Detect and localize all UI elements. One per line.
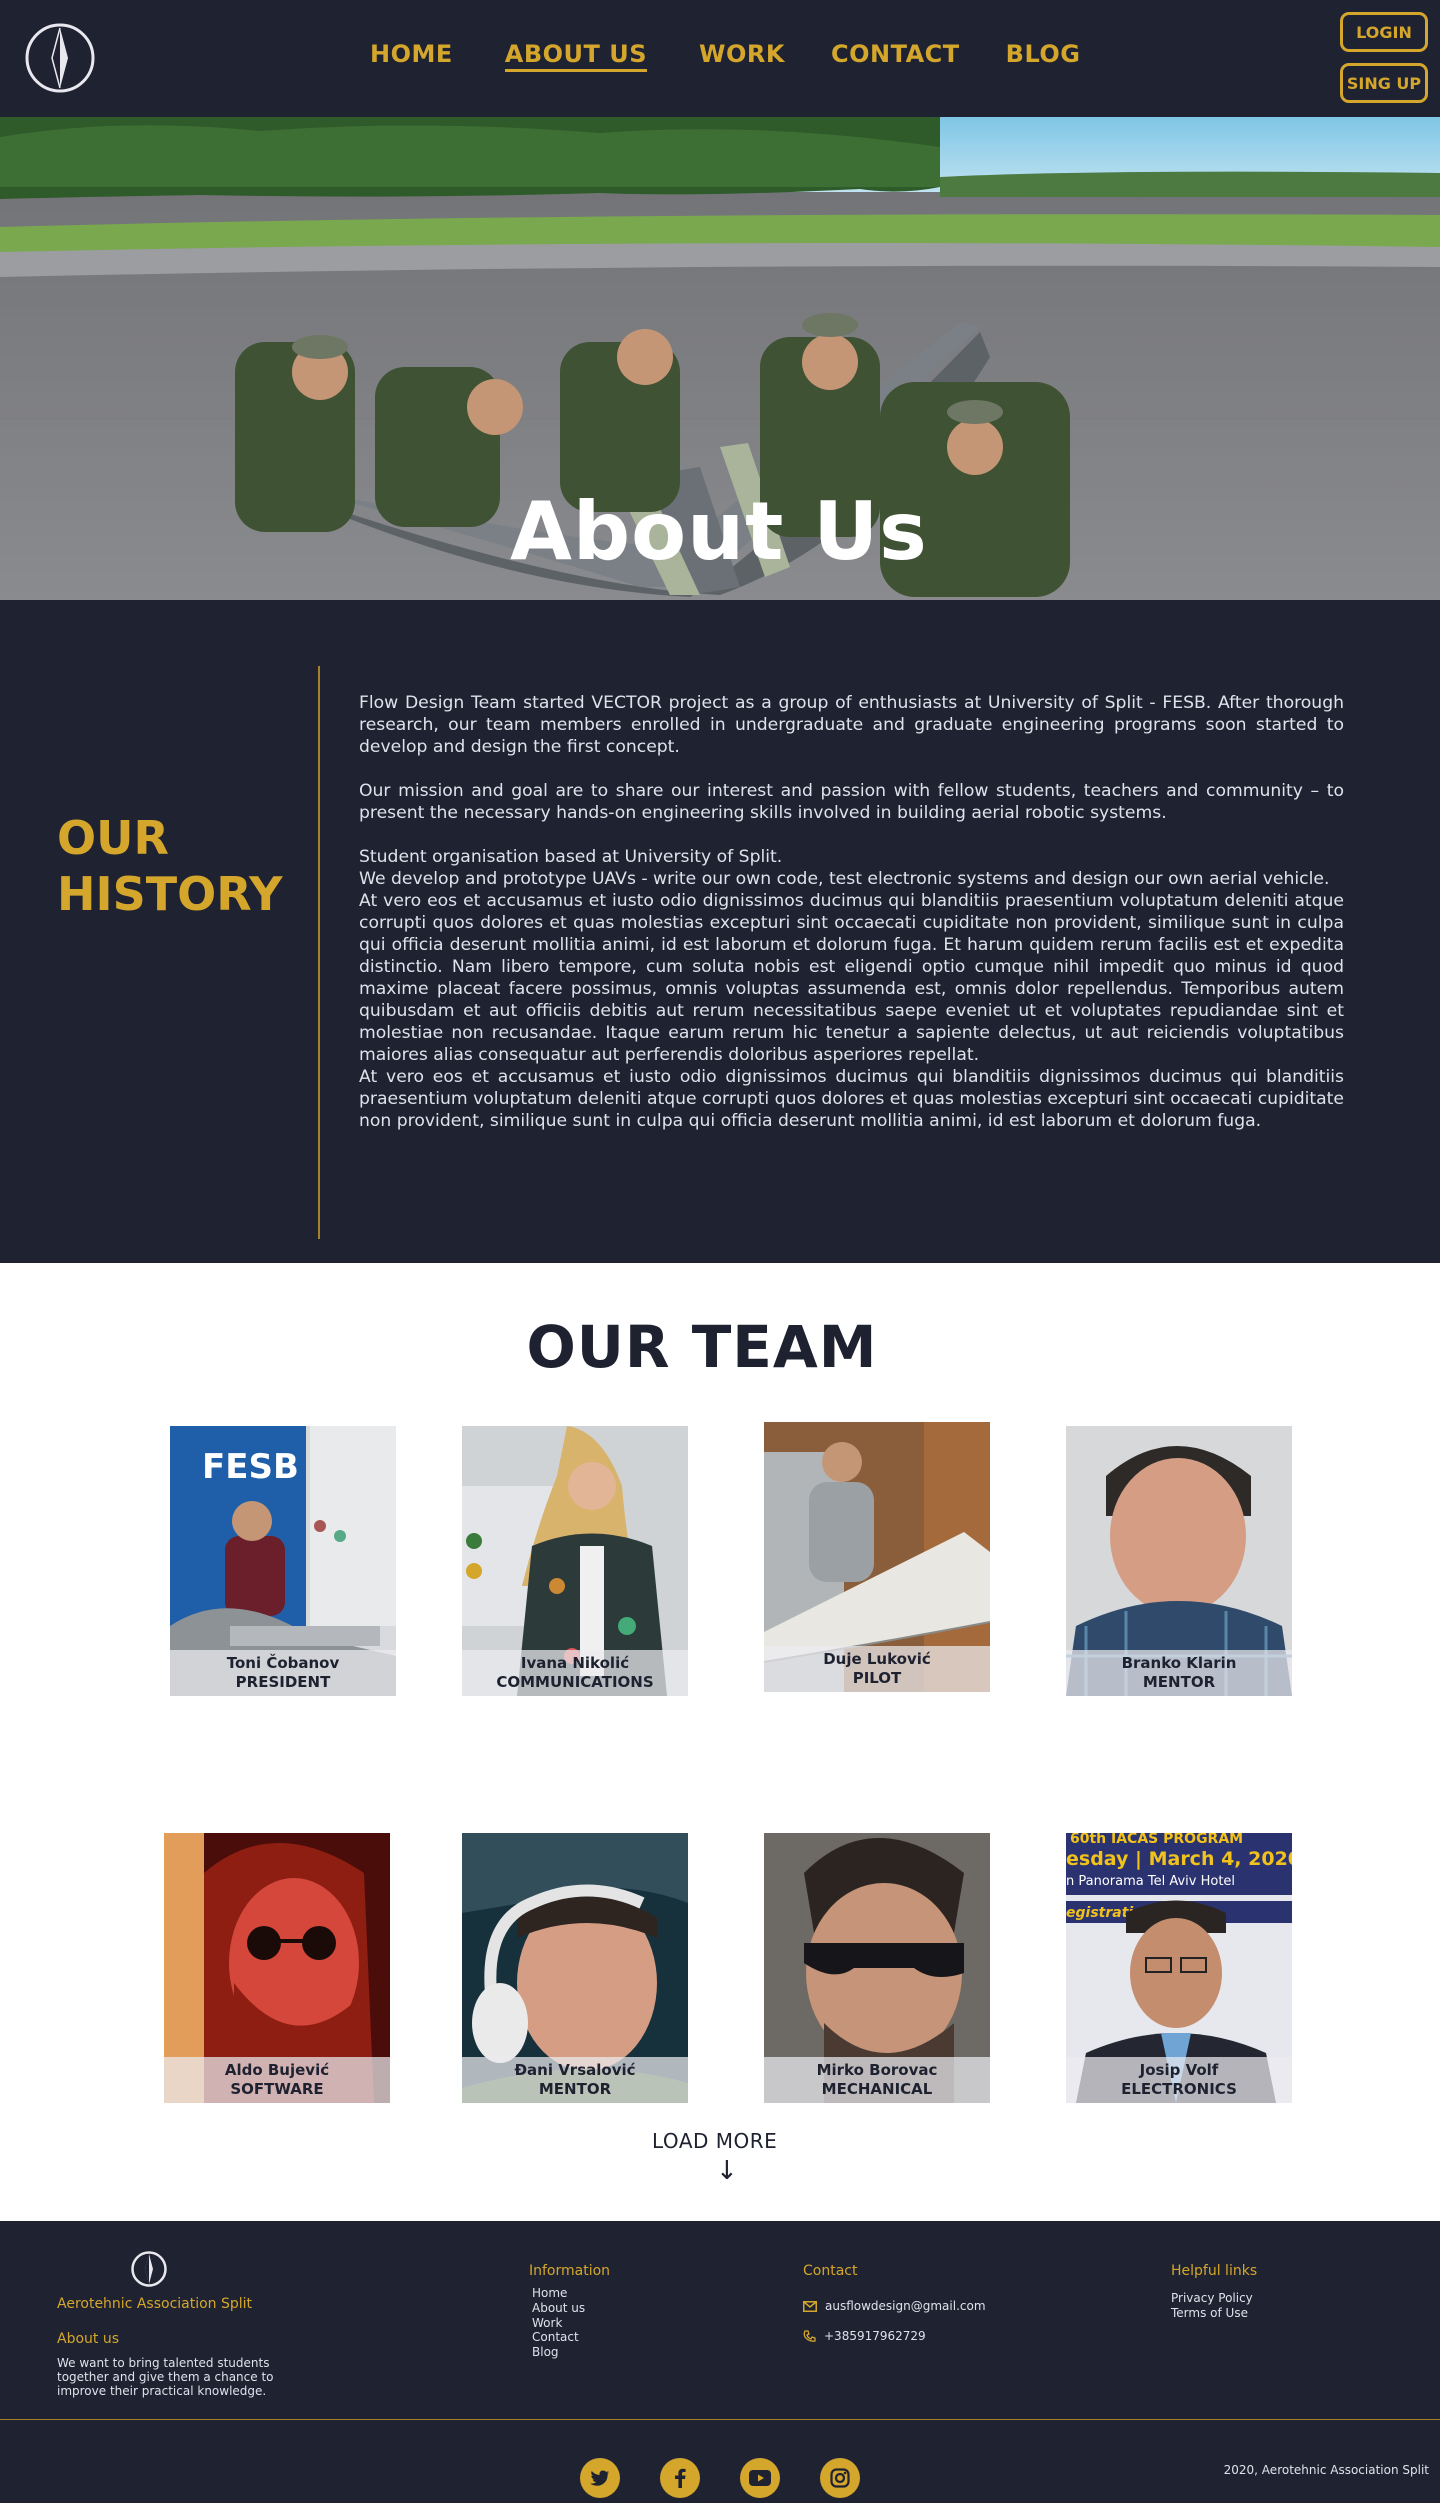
site-header: HOME ABOUT US WORK CONTACT BLOG LOGIN SI… [0, 0, 1440, 117]
footer-link-privacy-policy[interactable]: Privacy Policy [1171, 2291, 1253, 2306]
member-role: MENTOR [538, 2080, 612, 2098]
history-paragraph: Our mission and goal are to share our in… [359, 781, 1344, 823]
member-caption: Ivana Nikolić COMMUNICATIONS [462, 1650, 688, 1696]
footer-link-home[interactable]: Home [532, 2286, 585, 2301]
team-member-card[interactable]: Mirko Borovac MECHANICAL [764, 1833, 990, 2103]
history-paragraph: At vero eos et accusamus et iusto odio d… [359, 1067, 1344, 1131]
history-heading: OUR HISTORY [57, 810, 282, 922]
member-name: Ivana Nikolić [520, 1654, 630, 1672]
member-role: PILOT [852, 1669, 902, 1687]
member-caption: Đani Vrsalović MENTOR [462, 2057, 688, 2103]
footer-link-work[interactable]: Work [532, 2316, 585, 2331]
mail-icon [803, 2300, 817, 2312]
history-paragraph: Student organisation based at University… [359, 847, 783, 867]
footer-divider [0, 2419, 1440, 2420]
footer-helpful-heading: Helpful links [1171, 2263, 1258, 2279]
member-role: ELECTRONICS [1121, 2080, 1237, 2098]
youtube-icon[interactable] [740, 2458, 780, 2498]
member-name: Josip Volf [1139, 2061, 1219, 2079]
load-more-button[interactable]: LOAD MORE [652, 2129, 777, 2153]
nav-blog[interactable]: BLOG [1006, 40, 1081, 72]
member-role: SOFTWARE [230, 2080, 324, 2098]
footer-helpful-links: Privacy Policy Terms of Use [1171, 2291, 1253, 2321]
footer-link-blog[interactable]: Blog [532, 2345, 585, 2360]
history-section: OUR HISTORY Flow Design Team started VEC… [0, 600, 1440, 1263]
poster-venue-text: n Panorama Tel Aviv Hotel [1066, 1874, 1235, 1889]
team-section: OUR TEAM FESB Toni Čobanov PRESIDENT Iva… [0, 1263, 1440, 2221]
compass-logo-icon[interactable] [22, 22, 98, 94]
poster-program-text: 60th IACAS PROGRAM [1070, 1833, 1243, 1847]
site-footer: Aerotehnic Association Split About us We… [0, 2221, 1440, 2503]
history-heading-line2: HISTORY [57, 867, 283, 921]
facebook-icon[interactable] [660, 2458, 700, 2498]
footer-brand: Aerotehnic Association Split [57, 2296, 253, 2312]
instagram-icon[interactable] [820, 2458, 860, 2498]
main-nav: HOME ABOUT US WORK CONTACT BLOG [360, 40, 1081, 72]
history-heading-line1: OUR [57, 811, 169, 865]
member-name: Aldo Bujević [224, 2061, 330, 2079]
footer-phone[interactable]: +385917962729 [803, 2329, 926, 2343]
nav-about-us[interactable]: ABOUT US [504, 40, 648, 72]
member-caption: Mirko Borovac MECHANICAL [764, 2057, 990, 2103]
hero-title: About Us [510, 485, 928, 578]
footer-email-text[interactable]: ausflowdesign@gmail.com [825, 2299, 986, 2313]
member-name: Duje Luković [823, 1650, 931, 1668]
history-text: Flow Design Team started VECTOR project … [359, 692, 1344, 1132]
team-member-card[interactable]: Branko Klarin MENTOR [1066, 1426, 1292, 1696]
member-role: PRESIDENT [235, 1673, 331, 1691]
team-member-card[interactable]: Đani Vrsalović MENTOR [462, 1833, 688, 2103]
footer-about-text: We want to bring talented students toget… [57, 2356, 274, 2398]
footer-link-about-us[interactable]: About us [532, 2301, 585, 2316]
member-role: COMMUNICATIONS [496, 1673, 654, 1691]
phone-icon [803, 2329, 816, 2342]
nav-home[interactable]: HOME [370, 40, 453, 72]
poster-date-text: esday | March 4, 2020 [1066, 1848, 1292, 1870]
fesb-banner-text: FESB [202, 1447, 299, 1487]
footer-phone-text[interactable]: +385917962729 [824, 2329, 926, 2343]
team-member-card[interactable]: Aldo Bujević SOFTWARE [164, 1833, 390, 2103]
arrow-down-icon[interactable]: ↓ [716, 2156, 738, 2186]
history-paragraph: Flow Design Team started VECTOR project … [359, 693, 1344, 757]
member-name: Mirko Borovac [816, 2061, 938, 2079]
member-name: Toni Čobanov [226, 1654, 340, 1672]
nav-contact[interactable]: CONTACT [831, 40, 960, 72]
footer-information-heading: Information [529, 2263, 611, 2279]
member-caption: Toni Čobanov PRESIDENT [170, 1650, 396, 1696]
login-button[interactable]: LOGIN [1340, 12, 1428, 52]
signup-button[interactable]: SING UP [1340, 63, 1428, 103]
member-name: Branko Klarin [1121, 1654, 1237, 1672]
nav-work[interactable]: WORK [699, 40, 785, 72]
footer-information-links: Home About us Work Contact Blog [532, 2286, 585, 2360]
member-caption: Branko Klarin MENTOR [1066, 1650, 1292, 1696]
history-divider [318, 666, 320, 1239]
team-member-card[interactable]: FESB Toni Čobanov PRESIDENT [170, 1426, 396, 1696]
member-caption: Duje Luković PILOT [764, 1646, 990, 1692]
member-name: Đani Vrsalović [514, 2061, 636, 2079]
member-role: MECHANICAL [821, 2080, 933, 2098]
member-role: MENTOR [1142, 1673, 1216, 1691]
footer-link-terms-of-use[interactable]: Terms of Use [1171, 2306, 1253, 2321]
twitter-icon[interactable] [580, 2458, 620, 2498]
team-member-card[interactable]: Ivana Nikolić COMMUNICATIONS [462, 1426, 688, 1696]
compass-logo-icon[interactable] [130, 2251, 168, 2287]
team-heading: OUR TEAM [526, 1313, 878, 1381]
history-paragraph: We develop and prototype UAVs - write ou… [359, 869, 1330, 889]
member-caption: Aldo Bujević SOFTWARE [164, 2057, 390, 2103]
team-member-card[interactable]: 60th IACAS PROGRAM esday | March 4, 2020… [1066, 1833, 1292, 2103]
footer-about-heading: About us [57, 2331, 120, 2347]
footer-contact-heading: Contact [803, 2263, 858, 2279]
team-member-card[interactable]: Duje Luković PILOT [764, 1422, 990, 1692]
copyright-text: 2020, Aerotehnic Association Split [1223, 2463, 1429, 2477]
footer-email[interactable]: ausflowdesign@gmail.com [803, 2299, 986, 2313]
history-paragraph: At vero eos et accusamus et iusto odio d… [359, 891, 1344, 1065]
member-caption: Josip Volf ELECTRONICS [1066, 2057, 1292, 2103]
hero-banner: About Us [0, 117, 1440, 600]
footer-link-contact[interactable]: Contact [532, 2330, 585, 2345]
